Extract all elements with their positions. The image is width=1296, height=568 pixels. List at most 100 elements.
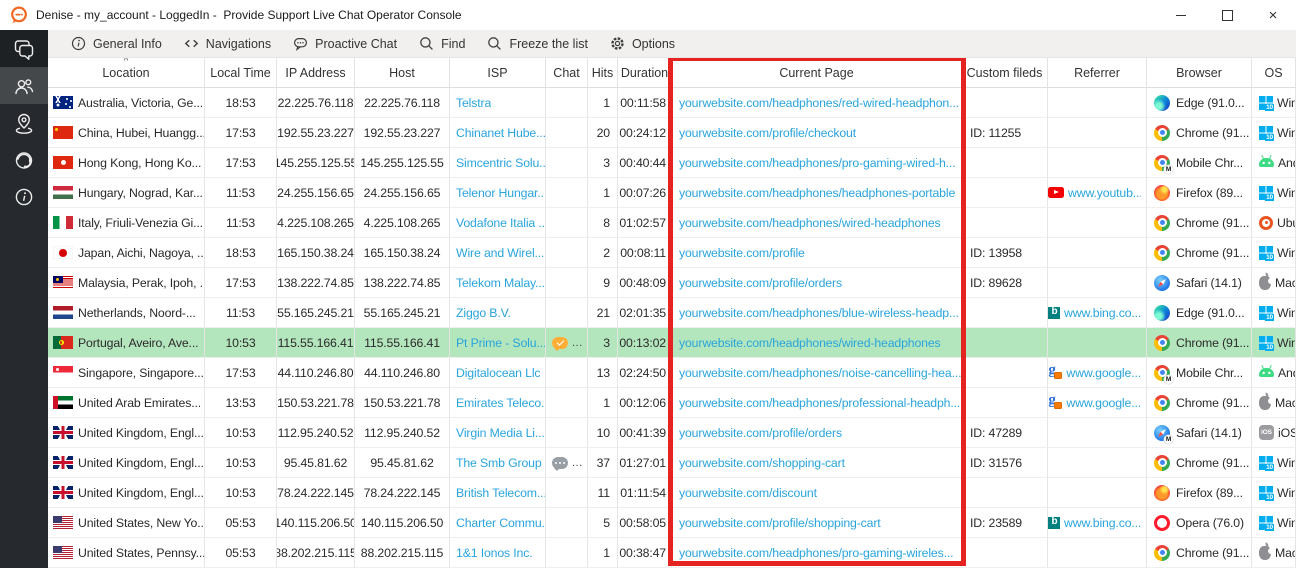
- current-page-link[interactable]: yourwebsite.com/profile/checkout: [679, 126, 856, 140]
- location-cell: United Kingdom, Engl...: [48, 478, 205, 508]
- current-page-link[interactable]: yourwebsite.com/discount: [679, 486, 817, 500]
- location-text: United States, Pennsy...: [78, 546, 204, 560]
- isp-link[interactable]: Telenor Hungar...: [456, 186, 545, 200]
- column-header-browser[interactable]: Browser: [1147, 58, 1252, 88]
- freeze-the-list-button[interactable]: Freeze the list: [476, 30, 599, 58]
- current-page-link[interactable]: yourwebsite.com/shopping-cart: [679, 456, 845, 470]
- visitor-row[interactable]: Singapore, Singapore...17:5344.110.246.8…: [48, 358, 1296, 388]
- visitor-row[interactable]: United States, Pennsy...05:5388.202.215.…: [48, 538, 1296, 568]
- referrer-link[interactable]: www.google...: [1066, 396, 1141, 410]
- current-page-link[interactable]: yourwebsite.com/headphones/pro-gaming-wi…: [679, 546, 953, 560]
- current-page-link[interactable]: yourwebsite.com/profile/orders: [679, 276, 842, 290]
- visitor-row[interactable]: United Kingdom, Engl...10:53112.95.240.5…: [48, 418, 1296, 448]
- visitor-row[interactable]: United Kingdom, Engl...10:5378.24.222.14…: [48, 478, 1296, 508]
- maximize-button[interactable]: [1204, 0, 1250, 30]
- host-cell: 78.24.222.145: [355, 478, 450, 508]
- column-label: Local Time: [210, 66, 270, 80]
- location-cell: United States, New Yo...: [48, 508, 205, 538]
- visitor-row[interactable]: Portugal, Aveiro, Ave...10:53115.55.166.…: [48, 328, 1296, 358]
- browser-cell: Chrome (91...: [1147, 238, 1252, 268]
- location-cell: Australia, Victoria, Ge...: [48, 88, 205, 118]
- chrome-browser-icon: [1154, 125, 1170, 141]
- visitor-row[interactable]: United Arab Emirates...13:53150.53.221.7…: [48, 388, 1296, 418]
- visitor-row[interactable]: United States, New Yo...05:53140.115.206…: [48, 508, 1296, 538]
- column-header-ip_address[interactable]: IP Address: [277, 58, 355, 88]
- isp-link[interactable]: Charter Commu...: [456, 516, 545, 530]
- visitor-row[interactable]: Netherlands, Noord-...11:5355.165.245.21…: [48, 298, 1296, 328]
- referrer-link[interactable]: www.google...: [1066, 366, 1141, 380]
- column-header-chat[interactable]: Chat: [546, 58, 588, 88]
- current-page-link[interactable]: yourwebsite.com/headphones/headphones-po…: [679, 186, 955, 200]
- isp-link[interactable]: 1&1 Ionos Inc.: [456, 546, 533, 560]
- visitor-row[interactable]: United Kingdom, Engl...10:5395.45.81.629…: [48, 448, 1296, 478]
- column-header-isp[interactable]: ISP: [450, 58, 546, 88]
- visitor-row[interactable]: Malaysia, Perak, Ipoh, ...17:53138.222.7…: [48, 268, 1296, 298]
- isp-link[interactable]: Pt Prime - Solu...: [456, 336, 545, 350]
- column-header-hits[interactable]: Hits: [588, 58, 618, 88]
- options-button[interactable]: Options: [599, 30, 686, 58]
- current-page-link[interactable]: yourwebsite.com/headphones/professional-…: [679, 396, 960, 410]
- column-header-custom_fields[interactable]: Custom fileds: [962, 58, 1048, 88]
- sidebar-item-geo-location[interactable]: [0, 104, 48, 141]
- opera-browser-icon: [1154, 515, 1170, 531]
- isp-link[interactable]: Telstra: [456, 96, 491, 110]
- visitor-row[interactable]: Hong Kong, Hong Ko...17:53145.255.125.55…: [48, 148, 1296, 178]
- close-button[interactable]: ×: [1250, 0, 1296, 30]
- column-header-duration[interactable]: Duration: [618, 58, 672, 88]
- current-page-link[interactable]: yourwebsite.com/headphones/pro-gaming-wi…: [679, 156, 955, 170]
- visitor-row[interactable]: China, Hubei, Huangg...17:53192.55.23.22…: [48, 118, 1296, 148]
- column-header-referrer[interactable]: Referrer: [1048, 58, 1147, 88]
- referrer-link[interactable]: www.youtub...: [1068, 186, 1141, 200]
- column-header-host[interactable]: Host: [355, 58, 450, 88]
- column-label: Browser: [1176, 66, 1222, 80]
- current-page-link[interactable]: yourwebsite.com/profile: [679, 246, 805, 260]
- isp-link[interactable]: Simcentric Solu...: [456, 156, 545, 170]
- minimize-button[interactable]: [1158, 0, 1204, 30]
- find-button[interactable]: Find: [408, 30, 476, 58]
- current-page-link[interactable]: yourwebsite.com/headphones/red-wired-hea…: [679, 96, 959, 110]
- sidebar-item-info[interactable]: [0, 178, 48, 215]
- isp-link[interactable]: Vodafone Italia ...: [456, 216, 545, 230]
- isp-link[interactable]: Chinanet Hube...: [456, 126, 545, 140]
- isp-link[interactable]: Telekom Malay...: [456, 276, 545, 290]
- isp-link[interactable]: Emirates Teleco...: [456, 396, 545, 410]
- isp-link[interactable]: British Telecom...: [456, 486, 545, 500]
- isp-link[interactable]: Ziggo B.V.: [456, 306, 511, 320]
- current-page-link[interactable]: yourwebsite.com/profile/orders: [679, 426, 842, 440]
- browser-label: Firefox (89...: [1176, 186, 1243, 200]
- column-header-location[interactable]: Location: [48, 58, 205, 88]
- general-info-button[interactable]: General Info: [60, 30, 173, 58]
- chat-idle-icon[interactable]: [552, 457, 568, 469]
- toolbar: General Info Navigations Proactive Chat …: [0, 30, 1296, 58]
- visitor-row[interactable]: Japan, Aichi, Nagoya, ...18:53165.150.38…: [48, 238, 1296, 268]
- navigations-button[interactable]: Navigations: [173, 30, 282, 58]
- os-label: Win: [1277, 456, 1295, 470]
- referrer-link[interactable]: www.bing.co...: [1064, 516, 1141, 530]
- win10-os-icon: [1259, 246, 1273, 260]
- current-page-link[interactable]: yourwebsite.com/headphones/wired-headpho…: [679, 336, 941, 350]
- visitor-row[interactable]: Hungary, Nograd, Kar...11:5324.255.156.6…: [48, 178, 1296, 208]
- sidebar-item-chat-sessions[interactable]: [0, 30, 48, 67]
- column-header-current_page[interactable]: Current Page: [672, 58, 962, 88]
- isp-link[interactable]: Digitalocean Llc: [456, 366, 540, 380]
- isp-link[interactable]: Wire and Wirel...: [456, 246, 544, 260]
- visitor-row[interactable]: Australia, Victoria, Ge...18:5322.225.76…: [48, 88, 1296, 118]
- current-page-link[interactable]: yourwebsite.com/profile/shopping-cart: [679, 516, 881, 530]
- column-header-local_time[interactable]: Local Time: [205, 58, 277, 88]
- app-window: Denise - my_account - LoggedIn - Provide…: [0, 0, 1296, 568]
- current-page-link[interactable]: yourwebsite.com/headphones/noise-cancell…: [679, 366, 961, 380]
- sidebar-item-operators[interactable]: [0, 141, 48, 178]
- ubuntu-os-icon: [1259, 216, 1273, 230]
- gb-flag-icon: [53, 426, 73, 439]
- column-header-os[interactable]: OS: [1252, 58, 1296, 88]
- sidebar-item-visitors[interactable]: [0, 67, 48, 104]
- chat-active-icon[interactable]: [552, 337, 568, 349]
- current-page-link[interactable]: yourwebsite.com/headphones/wired-headpho…: [679, 216, 941, 230]
- isp-link[interactable]: Virgin Media Li...: [456, 426, 545, 440]
- proactive-chat-button[interactable]: Proactive Chat: [282, 30, 408, 58]
- referrer-cell: www.youtub...: [1048, 178, 1147, 208]
- current-page-link[interactable]: yourwebsite.com/headphones/blue-wireless…: [679, 306, 959, 320]
- referrer-link[interactable]: www.bing.co...: [1064, 306, 1141, 320]
- isp-link[interactable]: The Smb Group: [456, 456, 542, 470]
- visitor-row[interactable]: Italy, Friuli-Venezia Gi...11:534.225.10…: [48, 208, 1296, 238]
